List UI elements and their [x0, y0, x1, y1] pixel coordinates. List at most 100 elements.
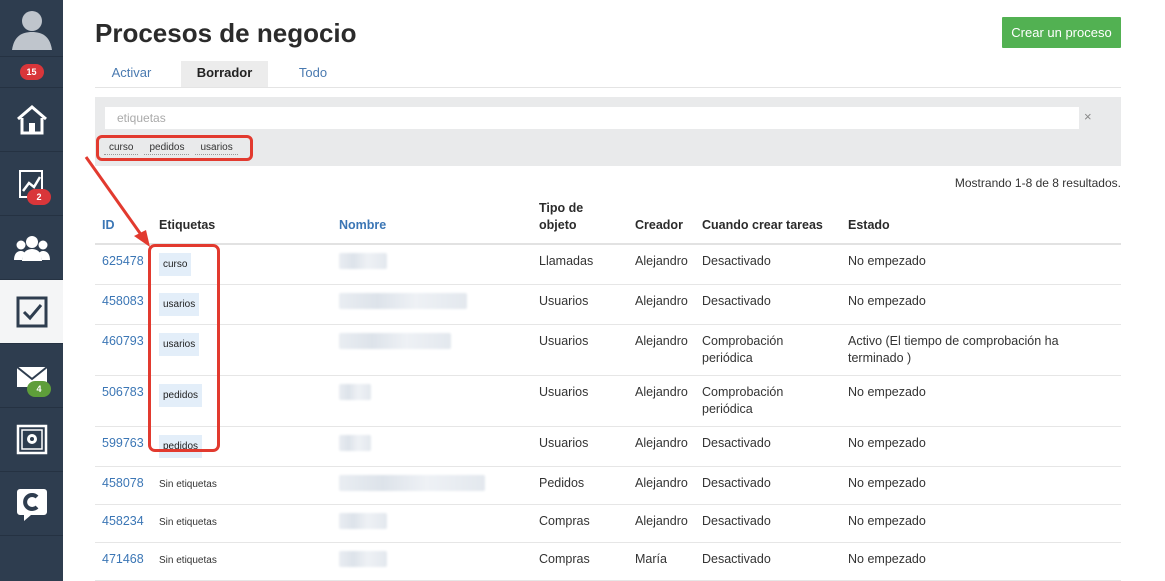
process-id-link[interactable]: 458234 [95, 504, 152, 543]
table-header-row: ID Etiquetas Nombre Tipo de objeto Cread… [95, 196, 1121, 245]
home-icon [16, 104, 47, 134]
column-header-creator: Creador [628, 196, 695, 245]
when-cell: Desactivado [695, 426, 841, 467]
redacted-name[interactable] [339, 551, 387, 567]
status-cell: No empezado [841, 542, 1121, 581]
table-row[interactable]: 506783 pedidos Usuarios Alejandro Compro… [95, 375, 1121, 427]
tag-chip[interactable]: pedidos [159, 384, 203, 407]
redacted-name[interactable] [339, 333, 451, 349]
redacted-name[interactable] [339, 384, 371, 400]
tab-activar[interactable]: Activar [95, 61, 168, 87]
tag-filter-chip[interactable]: curso [104, 141, 139, 155]
redacted-name[interactable] [339, 475, 485, 491]
process-id-link[interactable]: 625478 [95, 244, 152, 285]
tag-chip[interactable]: curso [159, 253, 192, 276]
notifications-badge-row[interactable]: 15 [0, 57, 63, 88]
object-type-cell: Pedidos [532, 466, 628, 505]
table-row[interactable]: 458234 Sin etiquetas Compras Alejandro D… [95, 504, 1121, 543]
tag-filter-chip[interactable]: usarios [195, 141, 238, 155]
tags-cell: pedidos [152, 426, 332, 467]
table-row[interactable]: 599763 pedidos Usuarios Alejandro Desact… [95, 426, 1121, 467]
name-cell [332, 542, 532, 581]
status-cell: No empezado [841, 284, 1121, 325]
tab-borrador[interactable]: Borrador [181, 61, 268, 87]
creator-cell: Alejandro [628, 466, 695, 505]
redacted-name[interactable] [339, 253, 387, 269]
table-row[interactable]: 458078 Sin etiquetas Pedidos Alejandro D… [95, 466, 1121, 505]
name-cell [332, 244, 532, 285]
column-header-id[interactable]: ID [95, 196, 152, 245]
column-header-status: Estado [841, 196, 1121, 245]
process-id-link[interactable]: 458078 [95, 466, 152, 505]
status-cell: No empezado [841, 375, 1121, 427]
sidebar-item-chat[interactable] [0, 472, 63, 536]
name-cell [332, 284, 532, 325]
tag-chip[interactable]: usarios [159, 333, 200, 356]
object-type-cell: Usuarios [532, 426, 628, 467]
sidebar-item-safe[interactable] [0, 408, 63, 472]
sidebar-item-tasks[interactable] [0, 280, 63, 344]
results-summary: Mostrando 1-8 de 8 resultados. [954, 176, 1121, 190]
page-title: Procesos de negocio [95, 18, 357, 48]
when-cell: Desactivado [695, 284, 841, 325]
table-row[interactable]: 458083 usarios Usuarios Alejandro Desact… [95, 284, 1121, 325]
status-cell: No empezado [841, 426, 1121, 467]
tag-chip[interactable]: usarios [159, 293, 200, 316]
object-type-cell: Compras [532, 504, 628, 543]
object-type-cell: Usuarios [532, 324, 628, 376]
tags-cell: curso [152, 244, 332, 285]
sidebar-item-stats[interactable]: 2 [0, 152, 63, 216]
tag-search-input[interactable]: etiquetas [105, 107, 1079, 129]
creator-cell: Alejandro [628, 284, 695, 325]
tags-cell: Sin etiquetas [152, 466, 332, 505]
object-type-cell: Compras [532, 542, 628, 581]
process-id-link[interactable]: 599763 [95, 426, 152, 467]
tag-filter-list: curso pedidos usarios [96, 135, 253, 161]
user-avatar[interactable] [0, 0, 63, 57]
process-id-link[interactable]: 471468 [95, 542, 152, 581]
user-avatar-icon [11, 11, 52, 50]
table-row[interactable]: 625478 curso Llamadas Alejandro Desactiv… [95, 244, 1121, 285]
users-icon [13, 235, 50, 261]
notifications-badge: 15 [19, 64, 44, 80]
table-row[interactable]: 471468 Sin etiquetas Compras María Desac… [95, 542, 1121, 581]
creator-cell: Alejandro [628, 375, 695, 427]
process-id-link[interactable]: 506783 [95, 375, 152, 427]
column-header-object-type: Tipo de objeto [532, 196, 628, 245]
creator-cell: Alejandro [628, 244, 695, 285]
status-cell: Activo (El tiempo de comprobación ha ter… [841, 324, 1121, 376]
when-cell: Desactivado [695, 504, 841, 543]
redacted-name[interactable] [339, 513, 387, 529]
redacted-name[interactable] [339, 293, 467, 309]
tags-cell: pedidos [152, 375, 332, 427]
redacted-name[interactable] [339, 435, 371, 451]
when-cell: Comprobación periódica [695, 375, 841, 427]
name-cell [332, 375, 532, 427]
process-id-link[interactable]: 458083 [95, 284, 152, 325]
column-header-name[interactable]: Nombre [332, 196, 532, 245]
sidebar-item-mail[interactable]: 4 [0, 344, 63, 408]
process-id-link[interactable]: 460793 [95, 324, 152, 376]
no-tags-label: Sin etiquetas [159, 517, 217, 528]
tags-cell: Sin etiquetas [152, 504, 332, 543]
mail-badge: 4 [27, 381, 51, 397]
table-row[interactable]: 460793 usarios Usuarios Alejandro Compro… [95, 324, 1121, 376]
when-cell: Comprobación periódica [695, 324, 841, 376]
name-cell [332, 466, 532, 505]
clear-filter-icon[interactable]: × [1084, 109, 1092, 124]
status-cell: No empezado [841, 504, 1121, 543]
tab-todo[interactable]: Todo [281, 61, 345, 87]
when-cell: Desactivado [695, 466, 841, 505]
sidebar-item-users[interactable] [0, 216, 63, 280]
create-process-button[interactable]: Crear un proceso [1002, 17, 1121, 48]
object-type-cell: Usuarios [532, 375, 628, 427]
tag-chip[interactable]: pedidos [159, 435, 203, 458]
object-type-cell: Llamadas [532, 244, 628, 285]
tags-cell: usarios [152, 284, 332, 325]
tags-cell: usarios [152, 324, 332, 376]
no-tags-label: Sin etiquetas [159, 479, 217, 490]
tag-filter-chip[interactable]: pedidos [144, 141, 190, 155]
column-header-tags: Etiquetas [152, 196, 332, 245]
tag-filter-panel: etiquetas × curso pedidos usarios [95, 97, 1121, 166]
sidebar-item-home[interactable] [0, 88, 63, 152]
